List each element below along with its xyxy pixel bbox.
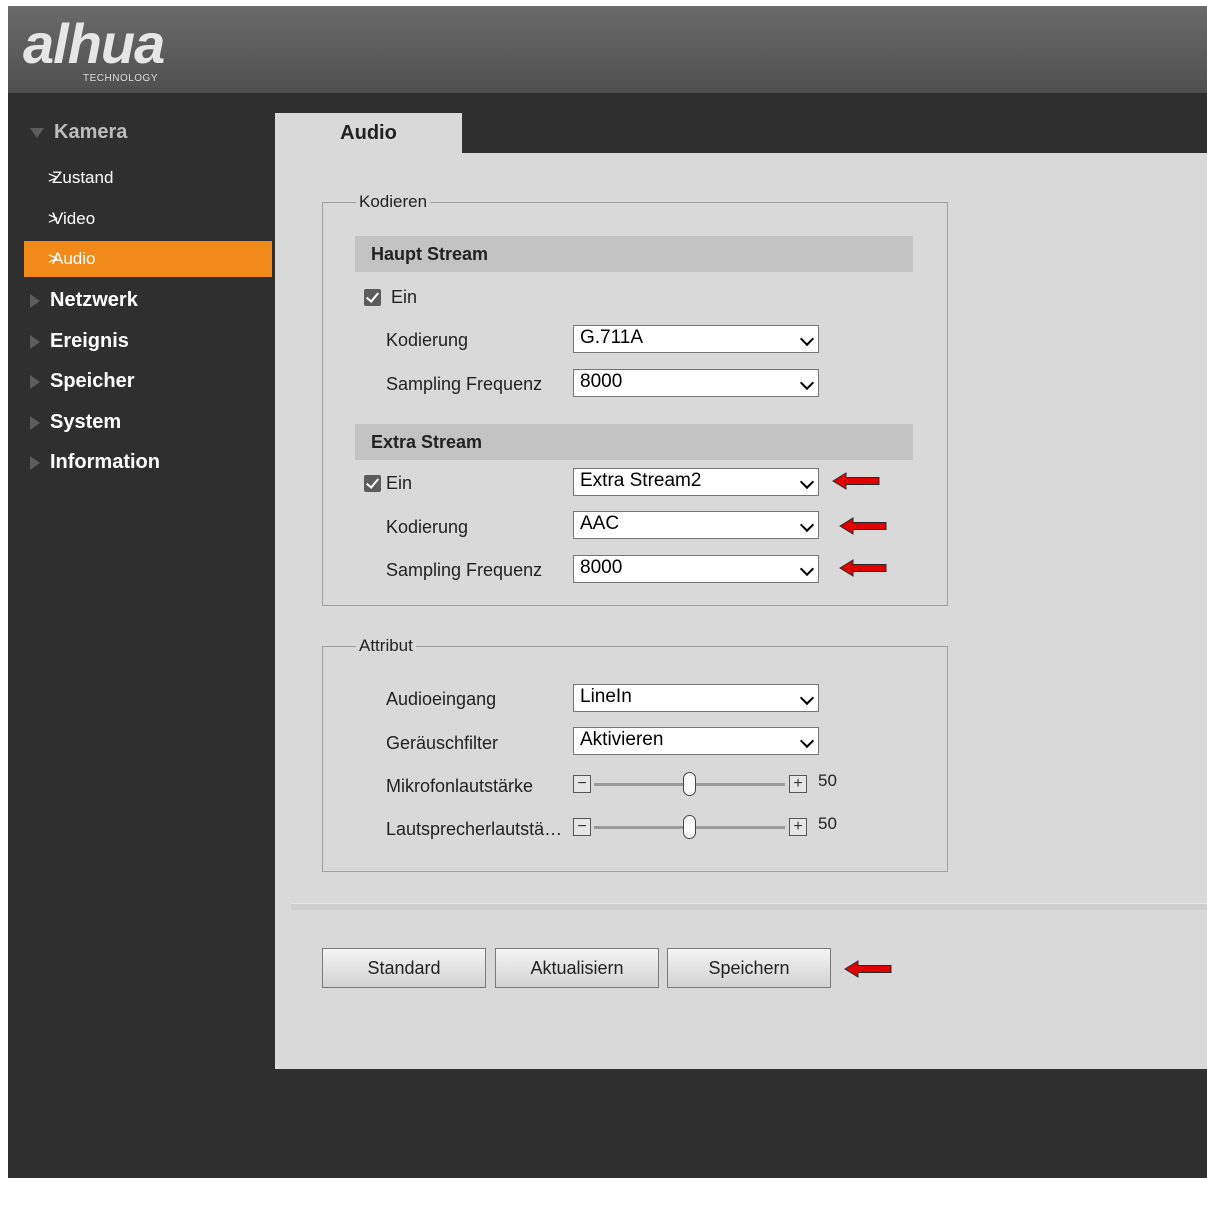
minus-icon[interactable]: − [573,775,591,793]
plus-icon[interactable]: + [789,775,807,793]
extra-sampling-label: Sampling Frequenz [386,560,543,580]
extra-stream-enable-checkbox[interactable] [364,475,381,492]
sidebar-group-label: Ereignis [50,330,129,352]
red-arrow-icon [839,559,887,577]
chevron-down-icon [799,561,815,577]
caret-right-icon [30,415,40,430]
noise-filter-select[interactable]: Aktivieren [573,727,819,755]
main-stream-header: Haupt Stream [355,236,913,272]
sidebar-group-kamera[interactable]: Kamera [30,121,127,144]
minus-icon[interactable]: − [573,818,591,836]
chevron-down-icon [799,331,815,347]
sidebar-group-system[interactable]: System [30,411,121,434]
speaker-volume-label: Lautsprecherlautstä… [386,819,563,839]
caret-down-icon [30,127,44,138]
sidebar-item-audio[interactable]: >Audio [24,241,272,277]
extra-sampling-value: 8000 [580,557,623,578]
sidebar-group-netzwerk[interactable]: Netzwerk [30,289,138,312]
main-sampling-value: 8000 [580,371,623,392]
caret-right-icon [30,293,40,308]
red-arrow-icon [844,960,892,978]
sidebar-item-video[interactable]: >Video [24,201,272,237]
content-panel: Audio Kodieren Haupt Stream Ein Kodierun… [275,93,1207,1069]
header-bar: alhua TECHNOLOGY [8,6,1207,93]
main-codec-label: Kodierung [386,330,469,350]
sidebar-group-ereignis[interactable]: Ereignis [30,330,129,353]
red-arrow-icon [832,472,880,490]
sidebar-group-label: Kamera [54,121,128,143]
red-arrow-icon [839,517,887,535]
slider-handle[interactable] [683,772,696,796]
extra-stream-header: Extra Stream [355,424,913,460]
logo-subtext: TECHNOLOGY [83,73,159,84]
audio-input-value: LineIn [580,686,632,707]
caret-right-icon [30,374,40,389]
caret-right-icon [30,455,40,470]
chevron-down-icon [799,690,815,706]
app-frame: alhua TECHNOLOGY Kamera >Zustand >Video … [8,6,1207,1178]
default-button[interactable]: Standard [322,948,486,988]
extra-stream-select[interactable]: Extra Stream2 [573,468,819,496]
tab-bar: Audio [275,93,1207,153]
audio-input-label: Audioeingang [386,689,497,709]
save-button[interactable]: Speichern [667,948,831,988]
sidebar-group-label: Netzwerk [50,289,138,311]
sidebar-group-speicher[interactable]: Speicher [30,370,134,393]
extra-stream-enable-label: Ein [386,473,413,493]
chevron-down-icon [799,517,815,533]
logo: alhua [23,12,165,75]
mic-volume-value: 50 [818,771,837,790]
chevron-right-icon: > [48,249,58,268]
noise-filter-value: Aktivieren [580,729,664,750]
main-stream-enable-checkbox[interactable] [364,289,381,306]
slider-handle[interactable] [683,815,696,839]
mic-volume-label: Mikrofonlautstärke [386,776,534,796]
divider [291,903,1207,910]
chevron-right-icon: > [48,209,58,228]
sidebar-group-information[interactable]: Information [30,451,160,474]
sidebar: Kamera >Zustand >Video >Audio Netzwerk E… [8,93,275,1178]
mic-volume-slider[interactable]: − + 50 [573,771,843,799]
extra-codec-select[interactable]: AAC [573,511,819,539]
sidebar-group-label: System [50,411,122,433]
main-sampling-select[interactable]: 8000 [573,369,819,397]
main-codec-select[interactable]: G.711A [573,325,819,353]
main-sampling-label: Sampling Frequenz [386,374,543,394]
sidebar-item-label: Audio [52,249,96,268]
sidebar-group-label: Speicher [50,370,135,392]
chevron-down-icon [799,375,815,391]
attribute-legend: Attribut [359,636,413,655]
main-stream-enable-label: Ein [391,287,418,307]
chevron-down-icon [799,474,815,490]
chevron-down-icon [799,733,815,749]
sidebar-item-label: Zustand [52,168,114,187]
main-codec-value: G.711A [580,327,644,348]
audio-input-select[interactable]: LineIn [573,684,819,712]
speaker-volume-value: 50 [818,814,837,833]
sidebar-item-label: Video [52,209,96,228]
sidebar-item-zustand[interactable]: >Zustand [24,160,272,196]
chevron-right-icon: > [48,168,58,187]
tab-audio[interactable]: Audio [275,113,462,153]
extra-codec-label: Kodierung [386,517,469,537]
encode-legend: Kodieren [359,192,428,211]
sidebar-group-label: Information [50,451,160,473]
plus-icon[interactable]: + [789,818,807,836]
extra-sampling-select[interactable]: 8000 [573,555,819,583]
caret-right-icon [30,334,40,349]
noise-filter-label: Geräuschfilter [386,733,499,753]
refresh-button[interactable]: Aktualisiern [495,948,659,988]
speaker-volume-slider[interactable]: − + 50 [573,814,843,842]
extra-codec-value: AAC [580,513,620,534]
extra-stream-value: Extra Stream2 [580,470,702,491]
